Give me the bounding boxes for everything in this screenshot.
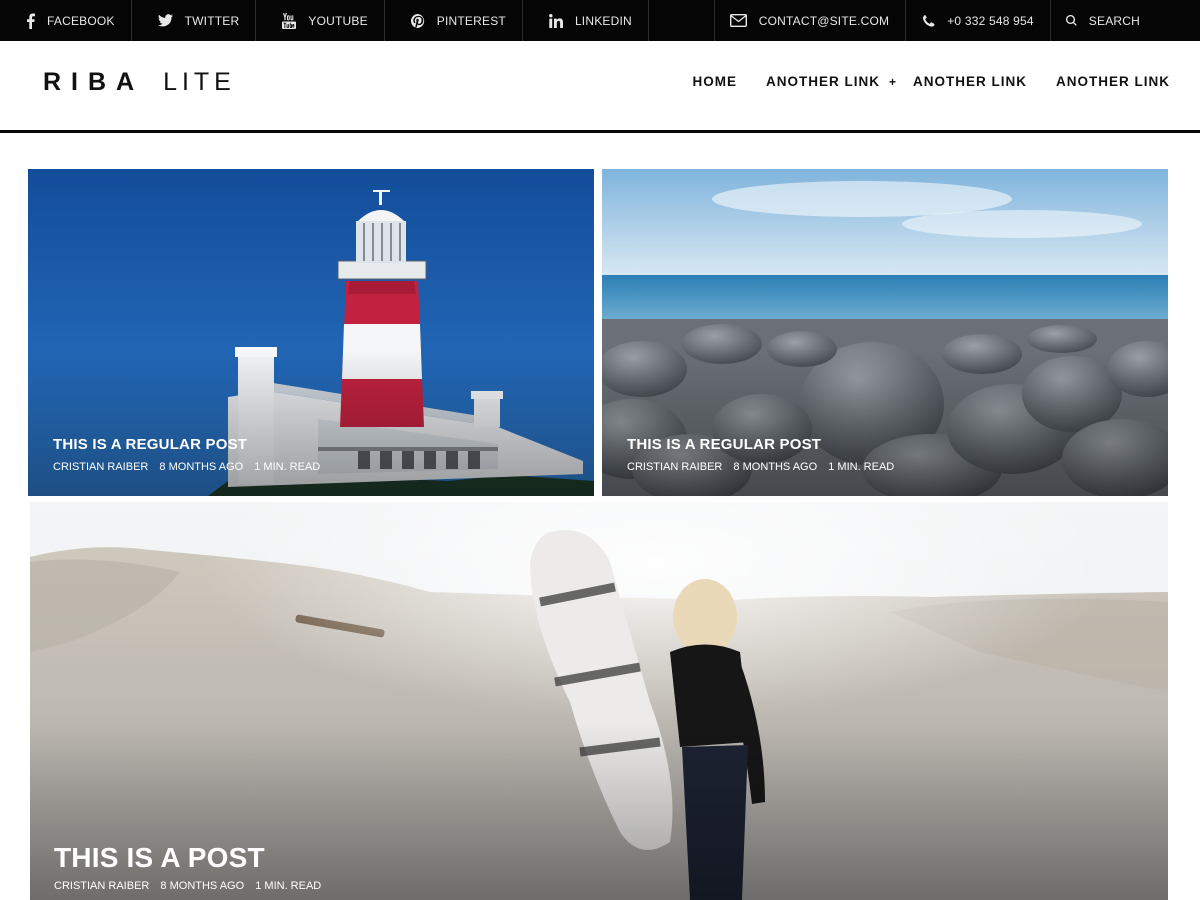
email-link[interactable]: CONTACT@SITE.COM: [713, 0, 906, 41]
search-link[interactable]: SEARCH: [1049, 0, 1200, 41]
post-date: 8 MONTHS AGO: [160, 880, 245, 892]
phone-icon: [923, 14, 935, 27]
post-author[interactable]: CRISTIAN RAIBER: [54, 880, 149, 892]
nav-home[interactable]: HOME: [692, 74, 737, 89]
site-logo[interactable]: RIBA LITE: [43, 68, 236, 97]
pinterest-icon: [410, 13, 424, 28]
youtube-label: YOUTUBE: [308, 13, 368, 28]
post-meta: CRISTIAN RAIBER 8 MONTHS AGO 1 MIN. READ: [53, 461, 328, 473]
social-links: FACEBOOK TWITTER YOUTUBE PINTEREST LINKE…: [0, 0, 649, 41]
post-read-time: 1 MIN. READ: [255, 880, 322, 892]
post-date: 8 MONTHS AGO: [733, 461, 818, 473]
post-title[interactable]: THIS IS A REGULAR POST: [53, 436, 328, 453]
logo-light-text: LITE: [163, 68, 236, 96]
search-label: SEARCH: [1088, 13, 1140, 28]
top-bar: FACEBOOK TWITTER YOUTUBE PINTEREST LINKE…: [0, 0, 1200, 41]
twitter-link[interactable]: TWITTER: [132, 0, 257, 41]
submenu-plus-icon[interactable]: +: [889, 75, 896, 89]
post-card-lighthouse[interactable]: THIS IS A REGULAR POST CRISTIAN RAIBER 8…: [28, 169, 594, 496]
email-label: CONTACT@SITE.COM: [758, 13, 890, 28]
post-read-time: 1 MIN. READ: [828, 461, 895, 473]
pinterest-label: PINTEREST: [436, 13, 506, 28]
nav-another-link-1[interactable]: ANOTHER LINK: [766, 74, 880, 89]
youtube-link[interactable]: YOUTUBE: [256, 0, 385, 41]
post-date: 8 MONTHS AGO: [159, 461, 244, 473]
main-nav: HOME ANOTHER LINK + ANOTHER LINK ANOTHER…: [663, 74, 1170, 89]
site-header: RIBA LITE HOME ANOTHER LINK + ANOTHER LI…: [0, 41, 1200, 133]
facebook-icon: [27, 13, 35, 29]
nav-another-link-2[interactable]: ANOTHER LINK: [913, 74, 1027, 89]
linkedin-label: LINKEDIN: [574, 13, 632, 28]
post-meta: CRISTIAN RAIBER 8 MONTHS AGO 1 MIN. READ: [627, 461, 902, 473]
post-meta: CRISTIAN RAIBER 8 MONTHS AGO 1 MIN. READ: [54, 880, 329, 892]
search-icon: [1065, 15, 1077, 26]
post-caption: THIS IS A REGULAR POST CRISTIAN RAIBER 8…: [53, 436, 328, 473]
contact-links: CONTACT@SITE.COM +0 332 548 954 SEARCH: [713, 0, 1200, 41]
nav-another-link-3[interactable]: ANOTHER LINK: [1056, 74, 1170, 89]
linkedin-icon: [549, 13, 563, 28]
post-author[interactable]: CRISTIAN RAIBER: [627, 461, 722, 473]
pinterest-link[interactable]: PINTEREST: [385, 0, 523, 41]
post-card-beach[interactable]: THIS IS A POST CRISTIAN RAIBER 8 MONTHS …: [30, 502, 1168, 900]
post-caption: THIS IS A REGULAR POST CRISTIAN RAIBER 8…: [627, 436, 902, 473]
facebook-link[interactable]: FACEBOOK: [0, 0, 132, 41]
linkedin-link[interactable]: LINKEDIN: [523, 0, 649, 41]
post-card-pebbles[interactable]: THIS IS A REGULAR POST CRISTIAN RAIBER 8…: [602, 169, 1168, 496]
image-shade: [602, 348, 1168, 496]
phone-link[interactable]: +0 332 548 954: [905, 0, 1050, 41]
post-title[interactable]: THIS IS A POST: [54, 842, 329, 874]
post-title[interactable]: THIS IS A REGULAR POST: [627, 436, 902, 453]
post-read-time: 1 MIN. READ: [254, 461, 321, 473]
youtube-icon: [282, 12, 297, 29]
logo-bold-text: RIBA: [43, 68, 145, 96]
twitter-icon: [157, 14, 173, 27]
image-shade: [28, 348, 594, 496]
phone-label: +0 332 548 954: [947, 13, 1034, 28]
twitter-label: TWITTER: [184, 13, 240, 28]
facebook-label: FACEBOOK: [47, 13, 115, 28]
post-author[interactable]: CRISTIAN RAIBER: [53, 461, 148, 473]
post-caption: THIS IS A POST CRISTIAN RAIBER 8 MONTHS …: [54, 842, 329, 892]
envelope-icon: [729, 14, 747, 27]
